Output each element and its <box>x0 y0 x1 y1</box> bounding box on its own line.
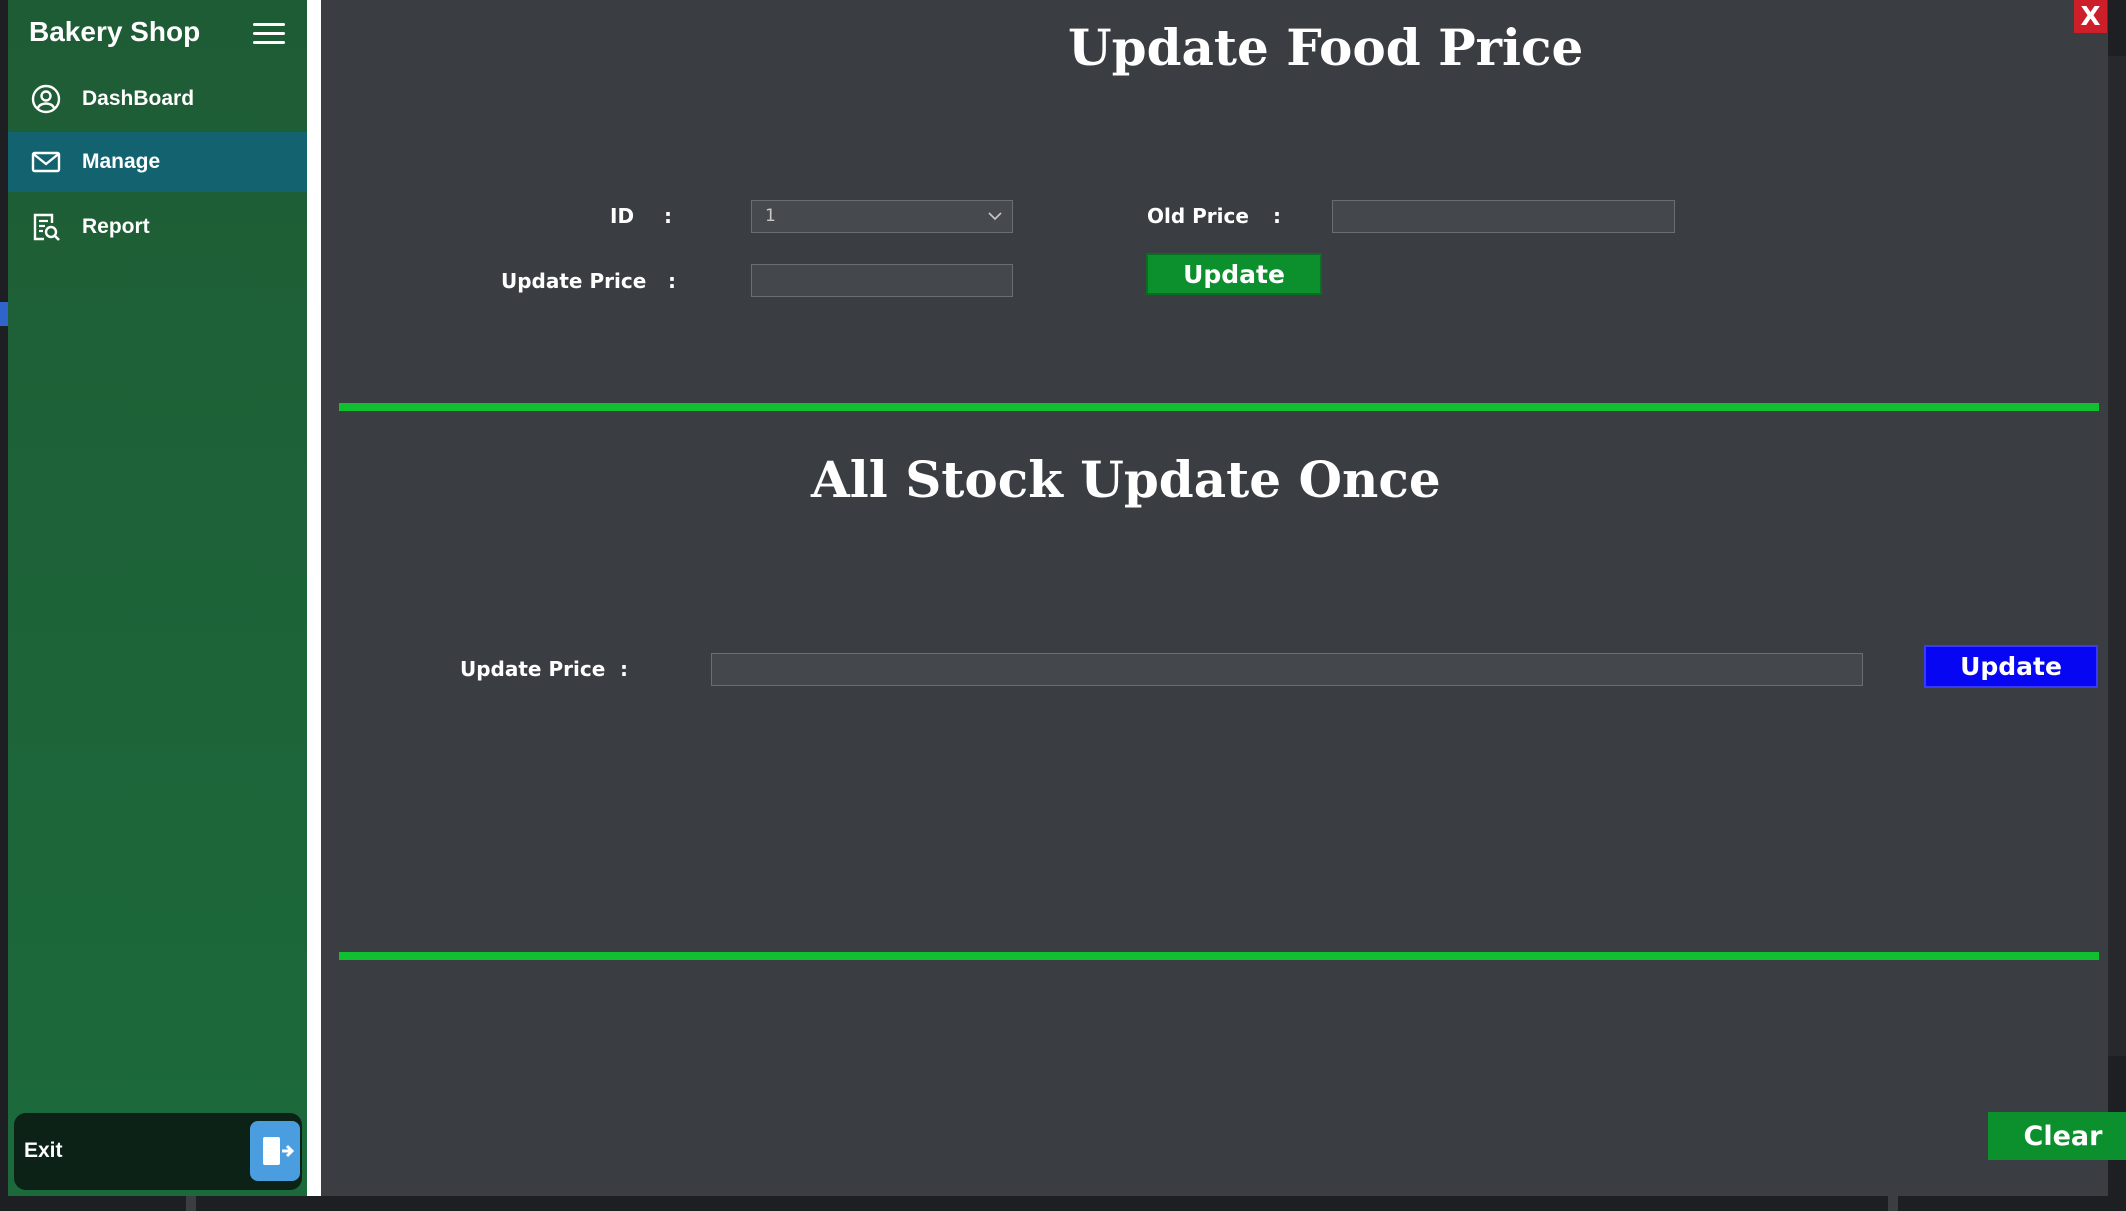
sidebar: Bakery Shop DashBoard Manage Report Exit <box>8 0 307 1196</box>
id-colon: : <box>664 204 672 228</box>
background-ide-right <box>2108 0 2126 1211</box>
update-price-label: Update Price <box>501 269 647 293</box>
sidebar-divider <box>307 0 321 1196</box>
update-price-colon: : <box>668 269 676 293</box>
user-circle-icon <box>31 84 61 114</box>
section-title-update-food-price: Update Food Price <box>1068 18 1584 77</box>
chevron-down-icon <box>988 212 1002 221</box>
section-divider <box>339 952 2099 960</box>
background-ide-bottom <box>0 1196 2126 1211</box>
background-highlight <box>0 302 8 326</box>
report-search-icon <box>33 213 60 241</box>
section-divider <box>339 403 2099 411</box>
background-segment <box>186 1196 196 1211</box>
exit-label: Exit <box>24 1139 63 1162</box>
background-ide-left <box>0 0 8 1211</box>
screen: Bakery Shop DashBoard Manage Report Exit… <box>0 0 2126 1211</box>
mail-icon <box>31 151 61 173</box>
update-all-stock-button[interactable]: Update <box>1924 645 2098 688</box>
brand-title: Bakery Shop <box>29 16 201 47</box>
exit-door-icon <box>263 1137 295 1165</box>
all-stock-update-price-field[interactable] <box>711 653 1863 686</box>
background-strip <box>2108 56 2126 1056</box>
hamburger-menu-icon[interactable] <box>253 20 287 48</box>
exit-button[interactable] <box>250 1121 300 1181</box>
id-label: ID <box>610 204 635 228</box>
sidebar-item-label: Manage <box>82 150 161 173</box>
sidebar-item-label: DashBoard <box>82 87 195 110</box>
sidebar-item-dashboard[interactable]: DashBoard <box>8 69 307 129</box>
exit-panel[interactable]: Exit <box>14 1113 302 1190</box>
close-button[interactable]: X <box>2074 0 2107 33</box>
old-price-colon: : <box>1273 204 1281 228</box>
section-title-all-stock-update: All Stock Update Once <box>811 450 1441 509</box>
background-segment <box>1888 1196 1898 1211</box>
app-window: Bakery Shop DashBoard Manage Report Exit… <box>8 0 2126 1196</box>
sidebar-item-manage[interactable]: Manage <box>8 132 307 192</box>
sidebar-item-label: Report <box>82 215 150 238</box>
all-stock-update-price-colon: : <box>620 657 628 681</box>
update-food-price-button[interactable]: Update <box>1146 253 1322 295</box>
update-price-field[interactable] <box>751 264 1013 297</box>
sidebar-item-report[interactable]: Report <box>8 197 307 257</box>
clear-button[interactable]: Clear <box>1988 1112 2126 1160</box>
all-stock-update-price-label: Update Price <box>460 657 606 681</box>
id-select[interactable]: 1 <box>751 200 1013 233</box>
id-select-value: 1 <box>765 206 776 226</box>
old-price-field[interactable] <box>1332 200 1675 233</box>
old-price-label: Old Price <box>1147 204 1249 228</box>
